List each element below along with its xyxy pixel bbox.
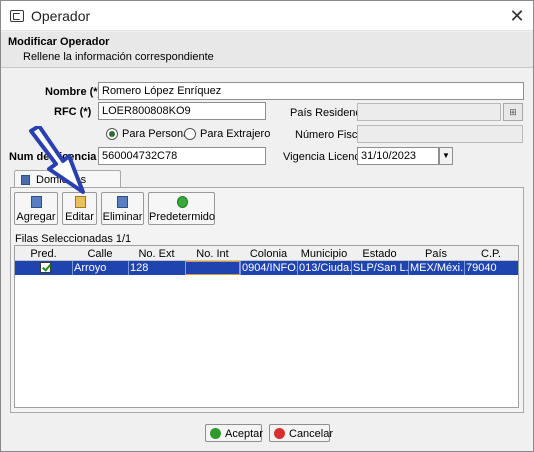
delete-document-icon [117, 196, 128, 208]
col-no-ext[interactable]: No. Ext [128, 248, 185, 260]
pais-residencia-field [357, 103, 501, 121]
col-no-int[interactable]: No. Int [185, 248, 240, 260]
licencia-field[interactable]: 560004732C78 [98, 147, 266, 165]
eliminar-label: Eliminar [102, 211, 143, 223]
header-subtitle: Rellene la información correspondiente [23, 51, 214, 63]
agregar-label: Agregar [16, 211, 56, 223]
pred-checkbox[interactable] [40, 262, 51, 273]
window-title: Operador [31, 8, 91, 24]
domicilios-table: Pred. Calle No. Ext No. Int Colonia Muni… [14, 245, 519, 408]
cell-pais: MEX/Méxi... [410, 262, 464, 274]
radio-para-persona-label: Para Persona [122, 128, 190, 140]
cancelar-button[interactable]: Cancelar [269, 424, 334, 442]
cell-no-ext: 128 [130, 262, 149, 274]
aceptar-button[interactable]: Aceptar [205, 424, 263, 442]
radio-para-extrajero-label: Para Extrajero [200, 128, 271, 140]
annotation-arrow [29, 126, 85, 194]
check-icon [210, 428, 221, 439]
dialog-header: Modificar Operador Rellene la informació… [1, 32, 533, 68]
search-icon[interactable]: ⊞ [503, 103, 523, 121]
window-icon [10, 10, 24, 22]
check-icon [177, 196, 188, 208]
radio-para-persona[interactable] [106, 128, 118, 140]
numero-fiscal-label: Número Fiscal [295, 129, 366, 141]
vigencia-label: Vigencia Licencia [283, 151, 369, 163]
predeterminado-label: Predetermido [149, 211, 216, 223]
chevron-down-icon[interactable]: ▼ [439, 147, 453, 165]
col-colonia[interactable]: Colonia [240, 248, 297, 260]
table-row[interactable]: Arroyo 128 0904/INFO... 013/Ciuda... SLP… [15, 261, 518, 275]
cancelar-label: Cancelar [289, 428, 334, 440]
close-icon[interactable]: ✕ [505, 4, 529, 28]
cancel-icon [274, 428, 285, 439]
operador-dialog: Operador ✕ Modificar Operador Rellene la… [0, 0, 534, 452]
col-calle[interactable]: Calle [72, 248, 128, 260]
selected-rows-label: Filas Seleccionadas 1/1 [15, 233, 132, 245]
predeterminado-button[interactable]: Predetermido [148, 192, 215, 225]
col-cp[interactable]: C.P. [464, 248, 518, 260]
cell-cp: 79040 [466, 262, 497, 274]
nombre-label: Nombre (*) [45, 86, 102, 98]
cell-no-int[interactable] [185, 261, 240, 275]
eliminar-button[interactable]: Eliminar [101, 192, 144, 225]
cell-calle: Arroyo [74, 262, 107, 274]
header-title: Modificar Operador [8, 36, 110, 48]
rfc-field[interactable]: LOER800808KO9 [98, 102, 266, 120]
col-estado[interactable]: Estado [351, 248, 408, 260]
aceptar-label: Aceptar [225, 428, 263, 440]
title-bar: Operador ✕ [1, 1, 533, 31]
cell-colonia: 0904/INFO... [242, 262, 297, 274]
table-header: Pred. Calle No. Ext No. Int Colonia Muni… [15, 246, 518, 261]
col-pais[interactable]: País [408, 248, 464, 260]
col-municipio[interactable]: Municipio [297, 248, 351, 260]
nombre-field[interactable]: Romero López Enríquez [98, 82, 524, 100]
vigencia-field[interactable]: 31/10/2023 [357, 147, 439, 165]
cell-municipio: 013/Ciuda... [299, 262, 351, 274]
radio-para-extrajero[interactable] [184, 128, 196, 140]
numero-fiscal-field [357, 125, 523, 143]
rfc-label: RFC (*) [54, 106, 92, 118]
cell-estado: SLP/San L... [353, 262, 408, 274]
col-pred[interactable]: Pred. [15, 248, 72, 260]
editar-label: Editar [65, 211, 94, 223]
